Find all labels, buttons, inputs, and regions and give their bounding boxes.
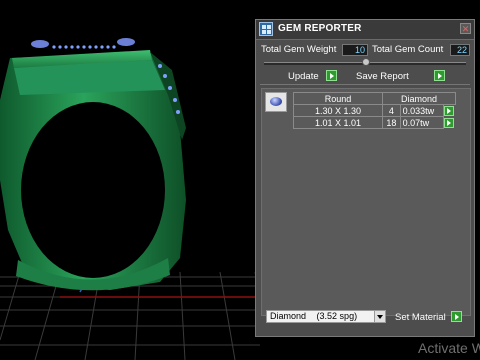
close-icon[interactable]: ✕ bbox=[460, 23, 471, 34]
total-gem-count-label: Total Gem Count bbox=[372, 44, 444, 55]
separator bbox=[260, 84, 470, 85]
material-header: Diamond bbox=[382, 92, 456, 105]
gem-thumbnail-icon[interactable] bbox=[265, 92, 287, 112]
arrow-right-icon[interactable] bbox=[443, 117, 454, 128]
chevron-down-icon[interactable] bbox=[374, 311, 385, 322]
update-arrow-icon[interactable] bbox=[326, 70, 337, 81]
gem-weight-cell: 0.07tw bbox=[399, 116, 444, 129]
gem-size-cell: 1.01 X 1.01 bbox=[293, 116, 383, 129]
gem-count-cell: 18 bbox=[382, 116, 401, 129]
total-gem-count-value: 22 bbox=[450, 44, 470, 56]
gem-list-area: Round Diamond 1.30 X 1.30 4 0.033tw 1.01… bbox=[261, 88, 471, 316]
slider-handle[interactable] bbox=[362, 58, 370, 66]
update-button[interactable]: Update bbox=[288, 71, 319, 82]
save-report-arrow-icon[interactable] bbox=[434, 70, 445, 81]
total-gem-weight-value: 10 bbox=[342, 44, 368, 56]
save-report-button[interactable]: Save Report bbox=[356, 71, 409, 82]
set-material-button[interactable]: Set Material bbox=[395, 312, 446, 323]
gem-weight-cell: 0.033tw bbox=[399, 104, 444, 117]
gem-reporter-app-icon bbox=[259, 22, 273, 36]
shape-header: Round bbox=[293, 92, 383, 105]
material-select-value: Diamond bbox=[270, 311, 307, 321]
material-select[interactable]: Diamond (3.52 spg) bbox=[266, 310, 386, 323]
arrow-right-icon[interactable] bbox=[443, 106, 454, 117]
table-row[interactable]: 1.30 X 1.30 4 0.033tw bbox=[293, 104, 456, 117]
panel-titlebar[interactable]: GEM REPORTER ✕ bbox=[256, 20, 474, 40]
activate-windows-watermark: Activate W bbox=[418, 340, 480, 356]
total-gem-weight-label: Total Gem Weight bbox=[261, 44, 337, 55]
gem-count-cell: 4 bbox=[382, 104, 401, 117]
gem-table: Round Diamond 1.30 X 1.30 4 0.033tw 1.01… bbox=[293, 92, 456, 129]
gem-size-cell: 1.30 X 1.30 bbox=[293, 104, 383, 117]
gem-reporter-panel: GEM REPORTER ✕ Total Gem Weight 10 Total… bbox=[255, 19, 475, 337]
table-row[interactable]: 1.01 X 1.01 18 0.07tw bbox=[293, 116, 456, 129]
set-material-arrow-icon[interactable] bbox=[451, 311, 462, 322]
panel-title: GEM REPORTER bbox=[278, 23, 362, 34]
material-select-density: (3.52 spg) bbox=[316, 311, 358, 321]
ring-model[interactable] bbox=[0, 50, 186, 291]
